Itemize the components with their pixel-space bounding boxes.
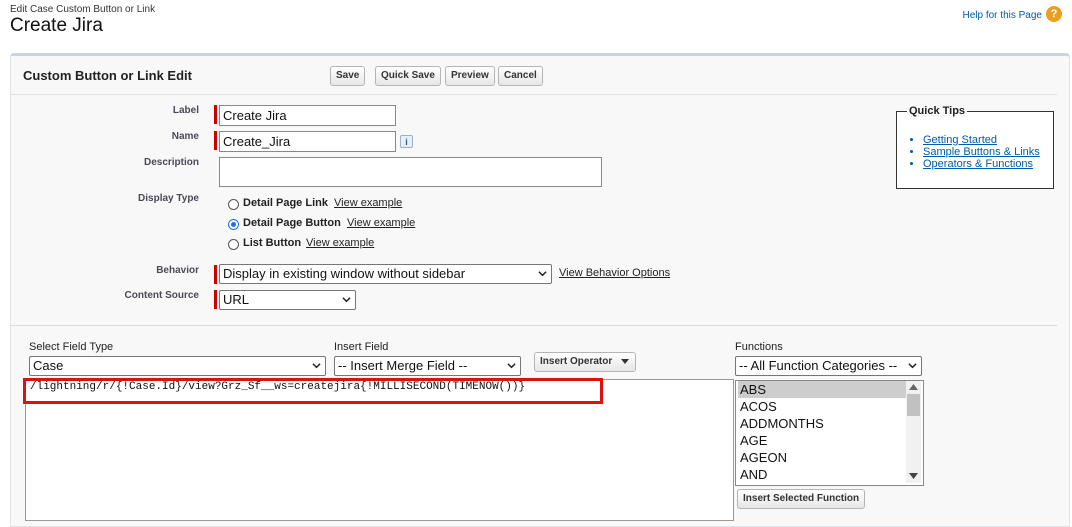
radio-button[interactable] xyxy=(228,239,239,250)
functions-listbox[interactable]: ABS ACOS ADDMONTHS AGE AGEON AND xyxy=(735,380,924,486)
description-field-label: Description xyxy=(143,157,199,168)
view-behavior-options-link[interactable]: View Behavior Options xyxy=(559,267,670,279)
chevron-down-icon xyxy=(342,297,351,303)
radio-label: Detail Page Link xyxy=(243,197,328,209)
save-button[interactable]: Save xyxy=(330,66,366,86)
quick-tips-box: Quick Tips Getting Started Sample Button… xyxy=(896,105,1054,189)
required-marker xyxy=(214,105,217,124)
chevron-down-icon xyxy=(908,363,917,369)
content-source-label: Content Source xyxy=(124,290,199,301)
field-type-value: Case xyxy=(33,358,64,373)
insert-field-label: Insert Field xyxy=(334,341,389,353)
function-option[interactable]: AGE xyxy=(738,432,906,449)
view-example-link[interactable]: View example xyxy=(334,197,402,209)
name-field-label: Name xyxy=(171,131,199,142)
required-marker xyxy=(214,131,217,150)
insert-operator-button[interactable]: Insert Operator xyxy=(534,352,636,372)
label-input[interactable]: Create Jira xyxy=(219,105,396,126)
function-option[interactable]: ACOS xyxy=(738,398,906,415)
behavior-value: Display in existing window without sideb… xyxy=(223,266,466,281)
quick-tips-list: Getting Started Sample Buttons & Links O… xyxy=(911,134,1040,170)
radio-label: Detail Page Button xyxy=(243,217,341,229)
behavior-select[interactable]: Display in existing window without sideb… xyxy=(219,264,552,284)
edit-panel: Custom Button or Link Edit Save Quick Sa… xyxy=(10,53,1070,527)
insert-field-value: -- Insert Merge Field -- xyxy=(338,358,468,373)
scroll-up-icon[interactable] xyxy=(909,384,918,390)
insert-operator-label: Insert Operator xyxy=(540,356,613,367)
display-type-label: Display Type xyxy=(138,193,199,204)
functions-label: Functions xyxy=(735,341,783,353)
radio-button[interactable] xyxy=(228,199,239,210)
function-category-value: -- All Function Categories -- xyxy=(739,358,898,373)
help-icon[interactable]: ? xyxy=(1046,6,1062,22)
description-textarea[interactable] xyxy=(219,157,602,187)
highlight-box xyxy=(23,378,603,404)
breadcrumb: Edit Case Custom Button or Link xyxy=(10,4,156,15)
panel-header: Custom Button or Link Edit Save Quick Sa… xyxy=(11,56,1057,95)
caret-down-icon xyxy=(621,359,629,364)
insert-field-select[interactable]: -- Insert Merge Field -- xyxy=(334,356,521,376)
function-option[interactable]: AND xyxy=(738,466,906,483)
quick-tip-getting-started[interactable]: Getting Started xyxy=(923,134,1040,146)
label-field-label: Label xyxy=(172,105,199,116)
preview-button[interactable]: Preview xyxy=(445,66,495,86)
quick-tips-title: Quick Tips xyxy=(907,105,968,117)
chevron-down-icon xyxy=(538,271,547,277)
function-option[interactable]: ABS xyxy=(738,381,906,398)
listbox-scrollbar[interactable] xyxy=(906,381,921,483)
required-marker xyxy=(214,265,217,284)
function-option[interactable]: AGEON xyxy=(738,449,906,466)
required-marker xyxy=(214,290,217,309)
function-option[interactable]: ADDMONTHS xyxy=(738,415,906,432)
panel-title: Custom Button or Link Edit xyxy=(23,68,192,83)
field-type-select[interactable]: Case xyxy=(29,356,326,376)
name-input[interactable]: Create_Jira xyxy=(219,131,396,152)
chevron-down-icon xyxy=(507,363,516,369)
page-title: Create Jira xyxy=(10,15,103,36)
insert-selected-function-button[interactable]: Insert Selected Function xyxy=(737,489,866,509)
radio-label: List Button xyxy=(243,237,302,249)
cancel-button[interactable]: Cancel xyxy=(498,66,543,86)
quick-save-button[interactable]: Quick Save xyxy=(375,66,441,86)
content-source-value: URL xyxy=(223,292,250,307)
behavior-label: Behavior xyxy=(156,265,199,276)
view-example-link[interactable]: View example xyxy=(306,237,374,249)
scroll-down-icon[interactable] xyxy=(909,473,918,479)
function-category-select[interactable]: -- All Function Categories -- xyxy=(735,356,922,376)
select-field-type-label: Select Field Type xyxy=(29,341,114,353)
radio-button[interactable] xyxy=(228,219,239,230)
quick-tip-sample-buttons[interactable]: Sample Buttons & Links xyxy=(923,146,1040,158)
view-example-link[interactable]: View example xyxy=(347,217,415,229)
info-icon[interactable]: i xyxy=(400,135,413,148)
scroll-thumb[interactable] xyxy=(907,394,920,416)
section-divider xyxy=(11,325,1057,326)
help-link[interactable]: Help for this Page xyxy=(963,10,1043,21)
quick-tip-operators-functions[interactable]: Operators & Functions xyxy=(923,158,1040,170)
content-source-select[interactable]: URL xyxy=(219,290,356,310)
chevron-down-icon xyxy=(312,363,321,369)
